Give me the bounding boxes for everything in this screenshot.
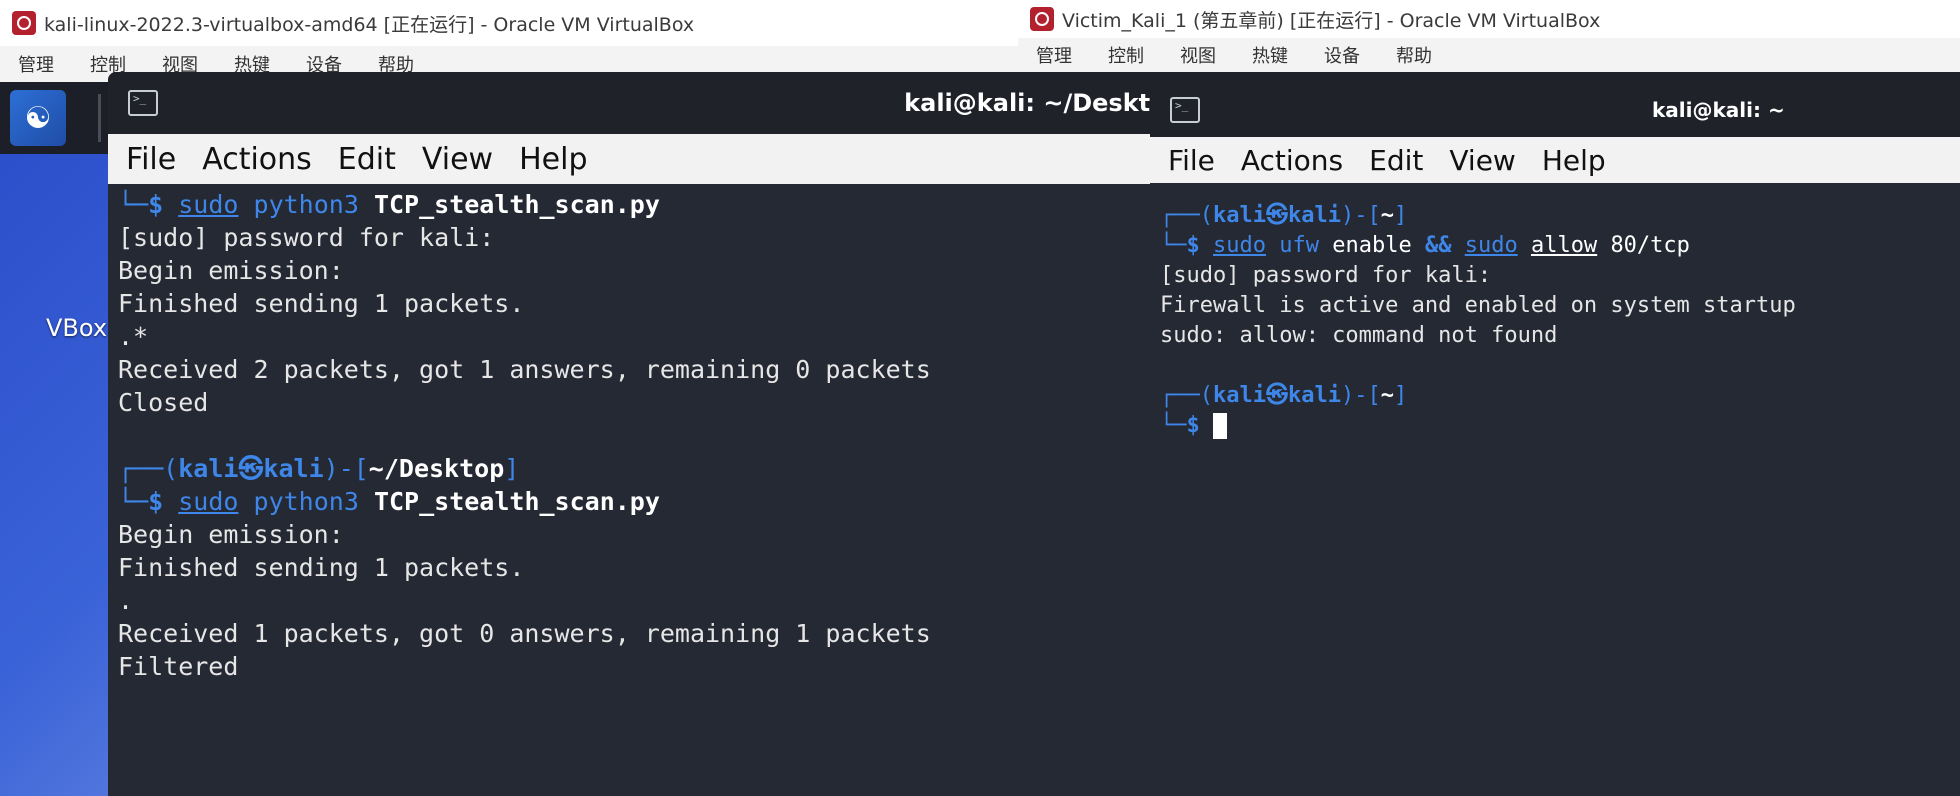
output-line: Firewall is active and enabled on system… (1160, 293, 1796, 318)
menu-manage[interactable]: 管理 (1036, 42, 1072, 68)
menu-manage[interactable]: 管理 (18, 51, 54, 77)
panel-separator (98, 94, 101, 142)
virtualbox-icon (12, 11, 36, 35)
left-title-bar[interactable]: kali-linux-2022.3-virtualbox-amd64 [正在运行… (0, 0, 1018, 46)
desktop-label-vbox[interactable]: VBox (46, 314, 107, 342)
terminal-output[interactable]: ┌──(kali㉿kali)-[~] └─$ sudo ufw enable &&… (1150, 183, 1960, 445)
terminal-title-bar[interactable]: >_ kali@kali: ~ (1150, 83, 1960, 137)
right-title-bar[interactable]: Victim_Kali_1 (第五章前) [正在运行] - Oracle VM … (1018, 0, 1960, 38)
prompt-line: ┌──(kali㉿kali)-[~] (1160, 203, 1408, 228)
prompt-line: ┌──(kali㉿kali)-[~] (1160, 383, 1408, 408)
command-line: └─$ (1160, 411, 1960, 441)
menu-hotkeys[interactable]: 热键 (1252, 42, 1288, 68)
terminal-menu-edit[interactable]: Edit (1369, 144, 1423, 177)
command-line: └─$ sudo ufw enable && sudo allow 80/tcp (1160, 233, 1690, 258)
text-cursor (1213, 413, 1227, 439)
terminal-menubar: File Actions Edit View Help (1150, 137, 1960, 183)
terminal-menu-actions[interactable]: Actions (1241, 144, 1343, 177)
right-window-title: Victim_Kali_1 (第五章前) [正在运行] - Oracle VM … (1062, 9, 1601, 32)
menu-view[interactable]: 视图 (1180, 42, 1216, 68)
kali-menu-icon[interactable]: ☯ (10, 90, 66, 146)
menu-devices[interactable]: 设备 (1324, 42, 1360, 68)
right-terminal-window[interactable]: >_ kali@kali: ~ File Actions Edit View H… (1150, 83, 1960, 796)
terminal-menu-actions[interactable]: Actions (202, 142, 312, 177)
terminal-menu-help[interactable]: Help (1542, 144, 1606, 177)
terminal-title: kali@kali: ~ (1652, 98, 1785, 122)
terminal-app-icon: >_ (128, 90, 158, 116)
terminal-menu-edit[interactable]: Edit (338, 142, 396, 177)
left-window-title: kali-linux-2022.3-virtualbox-amd64 [正在运行… (44, 13, 695, 36)
right-vbox-menubar: 管理 控制 视图 热键 设备 帮助 (1018, 38, 1960, 72)
output-line: sudo: allow: command not found (1160, 323, 1558, 348)
terminal-menu-help[interactable]: Help (519, 142, 587, 177)
menu-control[interactable]: 控制 (1108, 42, 1144, 68)
virtualbox-icon (1030, 7, 1054, 31)
output-line: [sudo] password for kali: (1160, 263, 1492, 288)
terminal-menu-file[interactable]: File (1168, 144, 1215, 177)
terminal-app-icon: >_ (1170, 97, 1200, 123)
menu-help[interactable]: 帮助 (1396, 42, 1432, 68)
terminal-menu-view[interactable]: View (422, 142, 493, 177)
terminal-menu-view[interactable]: View (1449, 144, 1515, 177)
terminal-menu-file[interactable]: File (126, 142, 176, 177)
